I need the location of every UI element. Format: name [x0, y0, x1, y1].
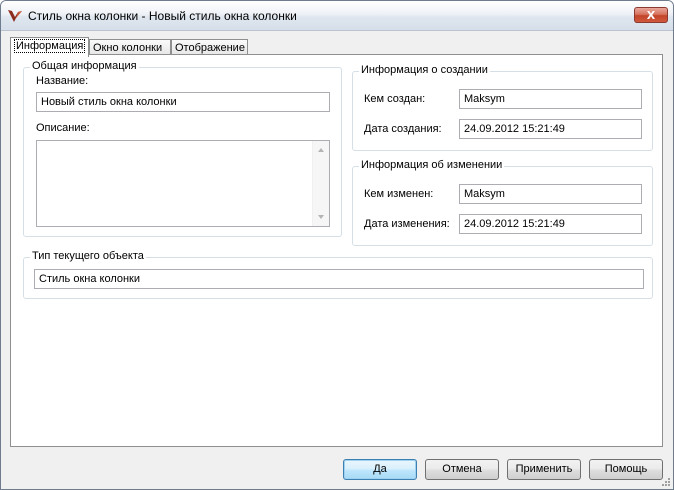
tab-panel-information: Общая информация Название: Новый стиль о…: [10, 54, 663, 447]
modification-info-group: Информация об изменении Кем изменен: Mak…: [352, 159, 653, 246]
dialog-window: Стиль окна колонки - Новый стиль окна ко…: [0, 0, 674, 490]
dialog-client: Информация Окно колонки Отображение Обща…: [1, 31, 673, 489]
created-date-label: Дата создания:: [364, 123, 442, 135]
ok-button[interactable]: Да: [343, 459, 417, 480]
tab-information[interactable]: Информация: [10, 37, 89, 57]
creation-info-caption: Информация о создании: [359, 64, 490, 76]
modified-date-field[interactable]: 24.09.2012 15:21:49: [459, 214, 642, 234]
tab-display-label: Отображение: [175, 42, 245, 54]
description-scrollbar[interactable]: [312, 141, 329, 226]
scroll-down-icon[interactable]: [318, 215, 324, 219]
modification-info-caption: Информация об изменении: [359, 159, 505, 171]
created-date-field[interactable]: 24.09.2012 15:21:49: [459, 119, 642, 139]
object-type-field[interactable]: Стиль окна колонки: [34, 269, 644, 289]
resize-grip-icon[interactable]: [661, 477, 671, 487]
modified-by-label: Кем изменен:: [364, 188, 434, 200]
name-label: Название:: [36, 75, 89, 87]
object-type-caption: Тип текущего объекта: [30, 250, 146, 262]
tab-column-window-label: Окно колонки: [93, 42, 163, 54]
object-type-group: Тип текущего объекта Стиль окна колонки: [23, 250, 653, 299]
cancel-button[interactable]: Отмена: [425, 459, 499, 480]
modified-date-label: Дата изменения:: [364, 218, 450, 230]
help-button[interactable]: Помощь: [589, 459, 663, 480]
created-by-label: Кем создан:: [364, 93, 426, 105]
creation-info-group: Информация о создании Кем создан: Maksym…: [352, 64, 653, 151]
tab-information-label: Информация: [14, 39, 86, 53]
apply-button[interactable]: Применить: [507, 459, 581, 480]
description-label: Описание:: [36, 122, 90, 134]
window-title: Стиль окна колонки - Новый стиль окна ко…: [28, 9, 297, 23]
app-logo-icon: [8, 10, 22, 22]
close-button[interactable]: X: [634, 7, 668, 23]
description-field[interactable]: [36, 140, 330, 227]
scroll-up-icon[interactable]: [318, 148, 324, 152]
close-icon: X: [646, 8, 656, 22]
title-bar[interactable]: Стиль окна колонки - Новый стиль окна ко…: [1, 1, 673, 31]
general-info-caption: Общая информация: [30, 60, 139, 72]
modified-by-field[interactable]: Maksym: [459, 184, 642, 204]
created-by-field[interactable]: Maksym: [459, 89, 642, 109]
name-field[interactable]: Новый стиль окна колонки: [36, 92, 330, 112]
general-info-group: Общая информация Название: Новый стиль о…: [23, 60, 342, 237]
